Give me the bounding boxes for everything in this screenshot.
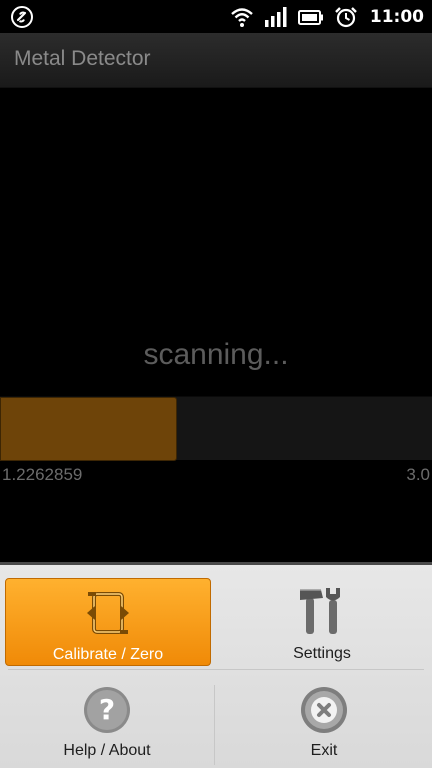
meter-current-value: 1.2262859	[2, 465, 83, 484]
alarm-icon	[335, 7, 357, 28]
exit-button[interactable]: Exit	[216, 677, 432, 767]
link-icon	[11, 6, 33, 28]
meter-track	[0, 396, 432, 461]
meter-fill	[0, 397, 177, 461]
exit-icon	[301, 687, 347, 733]
meter-max-value: 3.0	[406, 465, 430, 484]
battery-icon	[297, 10, 323, 25]
status-icons: 11:00	[230, 4, 424, 30]
menu-item-label: Settings	[293, 645, 351, 662]
status-bar: 11:00	[0, 0, 432, 33]
menu-item-label: Help / About	[63, 742, 151, 759]
help-about-button[interactable]: ? Help / About	[0, 677, 214, 767]
signal-icon	[264, 7, 287, 27]
calibrate-icon	[87, 592, 129, 634]
svg-text:?: ?	[99, 693, 115, 726]
title-bar: Metal Detector	[0, 33, 432, 88]
menu-item-label: Calibrate / Zero	[52, 646, 164, 663]
menu-item-label: Exit	[310, 742, 338, 759]
wifi-icon	[231, 8, 253, 27]
help-icon: ?	[84, 687, 130, 733]
scan-status-text: scanning...	[143, 338, 289, 371]
menu-divider	[8, 669, 424, 670]
options-menu: Calibrate / Zero Settings ? Help / About…	[0, 562, 432, 768]
menu-divider	[214, 685, 215, 765]
app-title: Metal Detector	[14, 47, 151, 70]
tools-icon	[300, 588, 340, 634]
clock: 11:00	[369, 7, 424, 27]
calibrate-zero-button[interactable]: Calibrate / Zero	[5, 578, 211, 666]
settings-button[interactable]: Settings	[217, 578, 427, 666]
